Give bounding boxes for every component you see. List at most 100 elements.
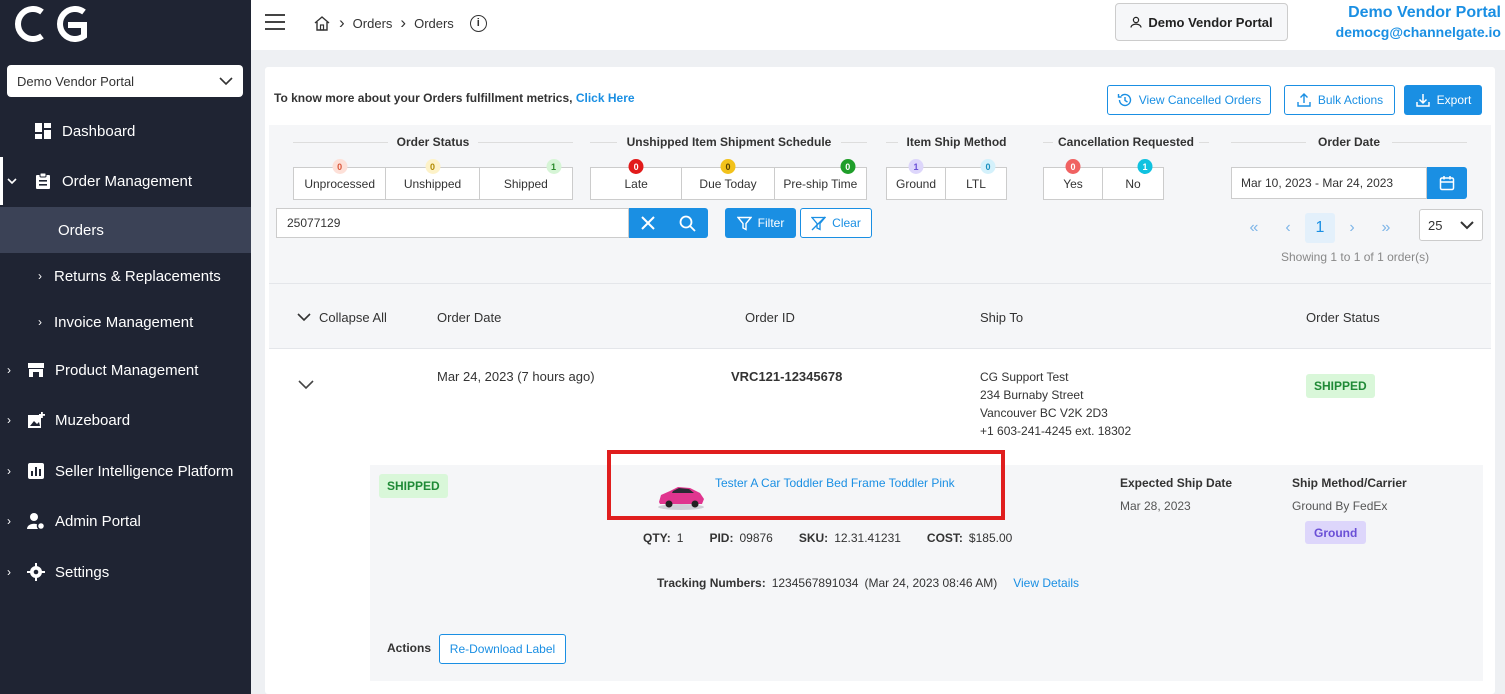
date-picker-button[interactable] bbox=[1427, 167, 1467, 199]
ship-to-name: CG Support Test bbox=[980, 370, 1069, 384]
breadcrumb-item[interactable]: Orders bbox=[353, 16, 393, 31]
filter-clear-icon bbox=[811, 216, 827, 231]
bar-chart-icon bbox=[27, 462, 45, 480]
per-page-select[interactable]: 25 bbox=[1419, 209, 1483, 241]
sidebar-item-order-management[interactable]: Order Management bbox=[0, 158, 251, 204]
sidebar-item-muzeboard[interactable]: › Muzeboard bbox=[0, 397, 251, 443]
order-status-filter: 0 Unprocessed 0 Unshipped 1 Shipped bbox=[293, 159, 573, 200]
info-icon[interactable]: i bbox=[469, 14, 487, 32]
cancellation-title: Cancellation Requested bbox=[1053, 135, 1199, 149]
next-page-icon[interactable]: › bbox=[1335, 219, 1369, 237]
close-icon[interactable] bbox=[641, 216, 655, 230]
filter-unprocessed[interactable]: 0 Unprocessed bbox=[294, 159, 387, 199]
view-cancelled-orders-button[interactable]: View Cancelled Orders bbox=[1107, 85, 1271, 115]
breadcrumb-item: Orders bbox=[414, 15, 454, 31]
sidebar-item-orders[interactable]: Orders bbox=[0, 207, 251, 253]
user-info[interactable]: Demo Vendor Portal democg@channelgate.io bbox=[1336, 4, 1501, 40]
download-icon bbox=[1415, 94, 1430, 107]
topbar: › Orders › Orders i Demo Vendor Portal D… bbox=[251, 0, 1505, 50]
sidebar-item-label: Admin Portal bbox=[55, 512, 141, 530]
filter-icon bbox=[736, 216, 752, 231]
export-button[interactable]: Export bbox=[1404, 85, 1482, 115]
header-order-date[interactable]: Order Date bbox=[437, 310, 501, 325]
vendor-portal-button[interactable]: Demo Vendor Portal bbox=[1115, 3, 1288, 41]
filter-label: Due Today bbox=[699, 176, 757, 191]
filter-ground[interactable]: 1 Ground bbox=[887, 159, 947, 199]
filter-no[interactable]: 1 No bbox=[1103, 159, 1163, 199]
search-icon[interactable] bbox=[679, 215, 696, 232]
sku-value: 12.31.41231 bbox=[834, 531, 901, 545]
chevron-down-icon bbox=[1460, 220, 1474, 229]
header-order-status[interactable]: Order Status bbox=[1306, 310, 1380, 325]
sidebar-item-product-management[interactable]: › Product Management bbox=[0, 347, 251, 393]
pagination: « ‹ 1 › » bbox=[1237, 213, 1403, 243]
order-status-title: Order Status bbox=[388, 135, 478, 149]
divider bbox=[269, 348, 1491, 349]
sidebar-item-admin-portal[interactable]: › Admin Portal bbox=[0, 498, 251, 544]
metrics-info: To know more about your Orders fulfillme… bbox=[274, 91, 635, 105]
filter-unshipped[interactable]: 0 Unshipped bbox=[386, 159, 480, 199]
sidebar: Demo Vendor Portal Dashboard Order Manag… bbox=[0, 0, 251, 694]
hamburger-icon[interactable] bbox=[265, 14, 285, 30]
ship-to-cell: CG Support Test 234 Burnaby Street Vanco… bbox=[980, 368, 1131, 440]
shipment-schedule-filter: 0 Late 0 Due Today 0 Pre-ship Time bbox=[590, 159, 867, 200]
vendor-select[interactable]: Demo Vendor Portal bbox=[7, 65, 243, 97]
chevron-right-icon: › bbox=[7, 464, 11, 478]
chevron-right-icon: › bbox=[339, 13, 345, 32]
collapse-row-icon[interactable] bbox=[298, 380, 314, 390]
order-date-input[interactable]: Mar 10, 2023 - Mar 24, 2023 bbox=[1231, 167, 1427, 199]
sidebar-item-returns[interactable]: › Returns & Replacements bbox=[0, 253, 251, 299]
filter-ltl[interactable]: 0 LTL bbox=[946, 159, 1006, 199]
count-badge: 0 bbox=[840, 159, 856, 174]
chevron-down-icon bbox=[7, 174, 21, 188]
collapse-all-button[interactable]: Collapse All bbox=[297, 310, 387, 325]
order-date-title: Order Date bbox=[1306, 135, 1392, 149]
sidebar-item-label: Returns & Replacements bbox=[54, 267, 221, 285]
status-badge: SHIPPED bbox=[1306, 374, 1375, 398]
per-page-value: 25 bbox=[1428, 217, 1443, 233]
table-header: Collapse All Order Date Order ID Ship To… bbox=[269, 283, 1491, 348]
sidebar-item-dashboard[interactable]: Dashboard bbox=[0, 108, 251, 154]
filter-late[interactable]: 0 Late bbox=[591, 159, 683, 199]
sidebar-item-seller-intelligence[interactable]: › Seller Intelligence Platform bbox=[0, 448, 251, 494]
filter-label: Shipped bbox=[503, 176, 548, 191]
last-page-icon[interactable]: » bbox=[1369, 219, 1403, 237]
filter-pre-ship-time[interactable]: 0 Pre-ship Time bbox=[775, 159, 866, 199]
chevron-right-icon: › bbox=[7, 514, 11, 528]
sidebar-item-settings[interactable]: › Settings bbox=[0, 549, 251, 595]
clear-label: Clear bbox=[832, 216, 861, 230]
cost-label: COST: bbox=[926, 531, 963, 545]
filter-button[interactable]: Filter bbox=[725, 208, 796, 238]
export-label: Export bbox=[1436, 93, 1472, 107]
filter-shipped[interactable]: 1 Shipped bbox=[480, 159, 572, 199]
order-date-cell: Mar 24, 2023 (7 hours ago) bbox=[437, 369, 595, 384]
chevron-right-icon: › bbox=[7, 413, 11, 427]
metrics-link[interactable]: Click Here bbox=[576, 91, 635, 105]
home-icon[interactable] bbox=[313, 15, 331, 32]
prev-page-icon[interactable]: ‹ bbox=[1271, 219, 1305, 237]
order-id-cell[interactable]: VRC121-12345678 bbox=[731, 369, 842, 384]
count-badge: 0 bbox=[628, 159, 644, 174]
ship-to-street: 234 Burnaby Street bbox=[980, 388, 1084, 402]
sidebar-item-label: Muzeboard bbox=[55, 411, 131, 429]
header-order-id[interactable]: Order ID bbox=[745, 310, 795, 325]
actions-label: Actions bbox=[387, 641, 432, 655]
current-page[interactable]: 1 bbox=[1305, 213, 1335, 243]
view-details-link[interactable]: View Details bbox=[1013, 576, 1079, 590]
bulk-actions-button[interactable]: Bulk Actions bbox=[1284, 85, 1395, 115]
filter-label: Ground bbox=[895, 176, 937, 191]
history-icon bbox=[1117, 93, 1131, 107]
count-badge: 0 bbox=[720, 159, 736, 174]
filter-yes[interactable]: 0 Yes bbox=[1044, 159, 1104, 199]
ship-to-city: Vancouver BC V2K 2D3 bbox=[980, 406, 1108, 420]
redownload-label-button[interactable]: Re-Download Label bbox=[439, 634, 566, 664]
first-page-icon[interactable]: « bbox=[1237, 219, 1271, 237]
clear-button[interactable]: Clear bbox=[800, 208, 872, 238]
order-search-input[interactable]: 25077129 bbox=[276, 208, 629, 238]
sidebar-item-label: Product Management bbox=[55, 361, 199, 379]
filter-label: Pre-ship Time bbox=[783, 176, 858, 191]
sidebar-item-invoice[interactable]: › Invoice Management bbox=[0, 299, 251, 345]
cg-logo[interactable] bbox=[8, 6, 100, 42]
filter-due-today[interactable]: 0 Due Today bbox=[682, 159, 775, 199]
ship-method-tag: Ground bbox=[1305, 521, 1367, 544]
